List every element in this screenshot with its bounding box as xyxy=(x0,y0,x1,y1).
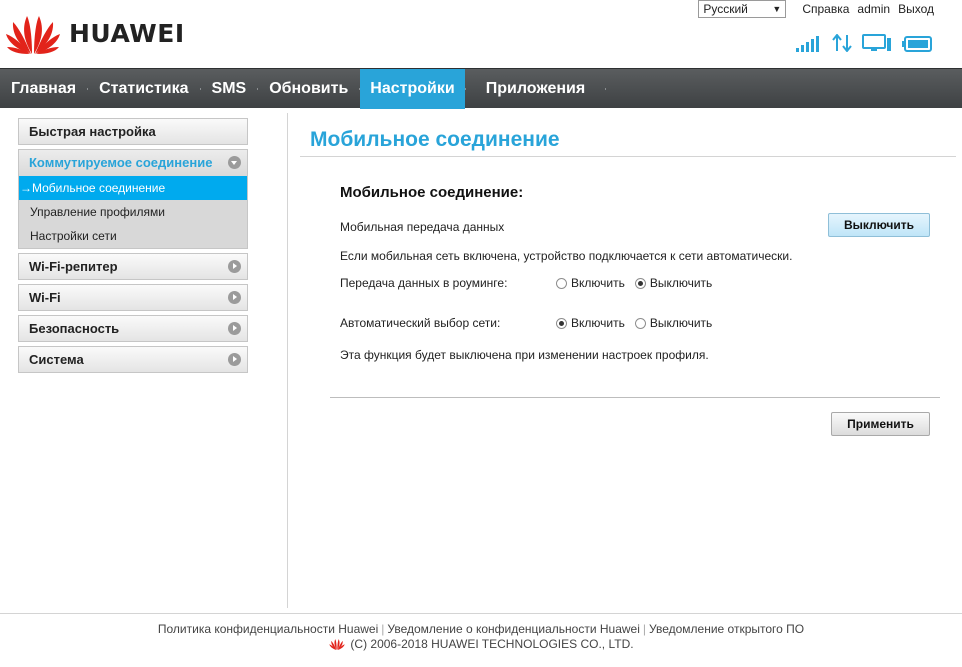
top-bar: Русский ▼ Справка admin Выход xyxy=(698,0,934,18)
sidebar-item-wifi-repeater[interactable]: Wi-Fi-репитер xyxy=(18,253,248,280)
language-value: Русский xyxy=(703,2,748,16)
auto-connect-note: Если мобильная сеть включена, устройство… xyxy=(340,249,793,263)
chevron-right-icon xyxy=(228,291,241,304)
nav-statistics[interactable]: Статистика xyxy=(88,69,199,109)
sidebar-item-dialup[interactable]: Коммутируемое соединение xyxy=(19,150,247,176)
radio-dot xyxy=(634,317,646,329)
main-nav: Главная Статистика SMS Обновить Настройк… xyxy=(0,68,962,109)
roaming-radio-group: Включить Выключить xyxy=(556,276,722,290)
sidebar-sub-label: Мобильное соединение xyxy=(32,181,166,195)
brand-name: HUAWEI xyxy=(69,18,185,48)
open-source-notice-link[interactable]: Уведомление открытого ПО xyxy=(649,622,804,636)
sidebar-item-label: Система xyxy=(29,352,84,367)
nav-apps[interactable]: Приложения xyxy=(466,69,606,109)
page-title: Мобильное соединение xyxy=(310,128,560,151)
sidebar-item-label: Коммутируемое соединение xyxy=(29,155,213,170)
huawei-flower-icon xyxy=(6,16,60,54)
nav-separator xyxy=(605,69,606,109)
chevron-down-icon xyxy=(228,156,241,169)
title-divider xyxy=(300,156,956,157)
sidebar-item-system[interactable]: Система xyxy=(18,346,248,373)
current-arrow-icon: → xyxy=(20,181,32,195)
sidebar-item-wifi[interactable]: Wi-Fi xyxy=(18,284,248,311)
copyright-text: (C) 2006-2018 HUAWEI TECHNOLOGIES CO., L… xyxy=(350,637,634,651)
profile-note: Эта функция будет выключена при изменени… xyxy=(340,348,709,362)
language-select[interactable]: Русский ▼ xyxy=(698,0,787,18)
data-transfer-icon[interactable] xyxy=(832,33,852,55)
mobile-data-label: Мобильная передача данных xyxy=(340,220,505,234)
roaming-disable-radio[interactable]: Выключить xyxy=(634,276,713,290)
huawei-flower-icon xyxy=(329,639,346,650)
battery-icon[interactable] xyxy=(902,36,932,55)
sidebar-item-label: Безопасность xyxy=(29,321,120,336)
sidebar-item-label: Wi-Fi-репитер xyxy=(29,259,118,274)
apply-button[interactable]: Применить xyxy=(831,412,930,436)
help-link[interactable]: Справка xyxy=(802,2,849,16)
chevron-right-icon xyxy=(228,322,241,335)
sidebar-group-dialup: Коммутируемое соединение →Мобильное соед… xyxy=(18,149,248,249)
chevron-right-icon xyxy=(228,260,241,273)
radio-label: Включить xyxy=(571,316,625,330)
roaming-enable-radio[interactable]: Включить xyxy=(556,276,625,290)
roaming-label: Передача данных в роуминге: xyxy=(340,276,508,290)
sidebar-sub-profile-management[interactable]: Управление профилями xyxy=(19,200,247,224)
dropdown-arrow-icon: ▼ xyxy=(772,4,782,14)
sidebar-item-security[interactable]: Безопасность xyxy=(18,315,248,342)
sidebar-item-label: Wi-Fi xyxy=(29,290,61,305)
content-divider xyxy=(287,113,288,608)
section-title: Мобильное соединение: xyxy=(340,184,524,201)
auto-network-enable-radio[interactable]: Включить xyxy=(556,316,625,330)
radio-dot xyxy=(556,317,567,329)
logout-link[interactable]: Выход xyxy=(898,2,934,16)
form-divider xyxy=(330,397,940,398)
nav-settings[interactable]: Настройки xyxy=(360,69,465,109)
sidebar-sub-network-settings[interactable]: Настройки сети xyxy=(19,224,247,248)
signal-strength-icon[interactable] xyxy=(796,36,822,55)
privacy-policy-link[interactable]: Политика конфиденциальности Huawei xyxy=(158,622,378,636)
nav-home[interactable]: Главная xyxy=(0,69,87,109)
nav-update[interactable]: Обновить xyxy=(258,69,359,109)
auto-network-label: Автоматический выбор сети: xyxy=(340,316,501,330)
mobile-data-toggle-button[interactable]: Выключить xyxy=(828,213,930,237)
radio-dot xyxy=(556,277,567,289)
sidebar-item-quick-setup[interactable]: Быстрая настройка xyxy=(18,118,248,145)
footer-copyright: (C) 2006-2018 HUAWEI TECHNOLOGIES CO., L… xyxy=(0,637,962,651)
sidebar: Быстрая настройка Коммутируемое соединен… xyxy=(18,118,248,377)
footer-divider xyxy=(0,613,962,614)
sidebar-sub-mobile-connection[interactable]: →Мобильное соединение xyxy=(19,176,247,200)
footer-links: Политика конфиденциальности Huawei | Уведо… xyxy=(157,622,805,636)
chevron-right-icon xyxy=(228,353,241,366)
auto-network-disable-radio[interactable]: Выключить xyxy=(634,316,713,330)
radio-label: Включить xyxy=(571,276,625,290)
status-icons xyxy=(796,33,932,55)
nav-sms[interactable]: SMS xyxy=(201,69,258,109)
privacy-notice-link[interactable]: Уведомление о конфиденциальности Huawei xyxy=(387,622,639,636)
header: HUAWEI Русский ▼ Справка admin Выход xyxy=(0,0,962,68)
connection-monitor-icon[interactable] xyxy=(862,34,892,55)
radio-label: Выключить xyxy=(649,316,713,330)
user-name: admin xyxy=(857,2,891,16)
radio-label: Выключить xyxy=(649,276,713,290)
auto-network-radio-group: Включить Выключить xyxy=(556,316,722,330)
radio-dot xyxy=(634,277,646,289)
huawei-logo[interactable]: HUAWEI xyxy=(5,12,185,54)
